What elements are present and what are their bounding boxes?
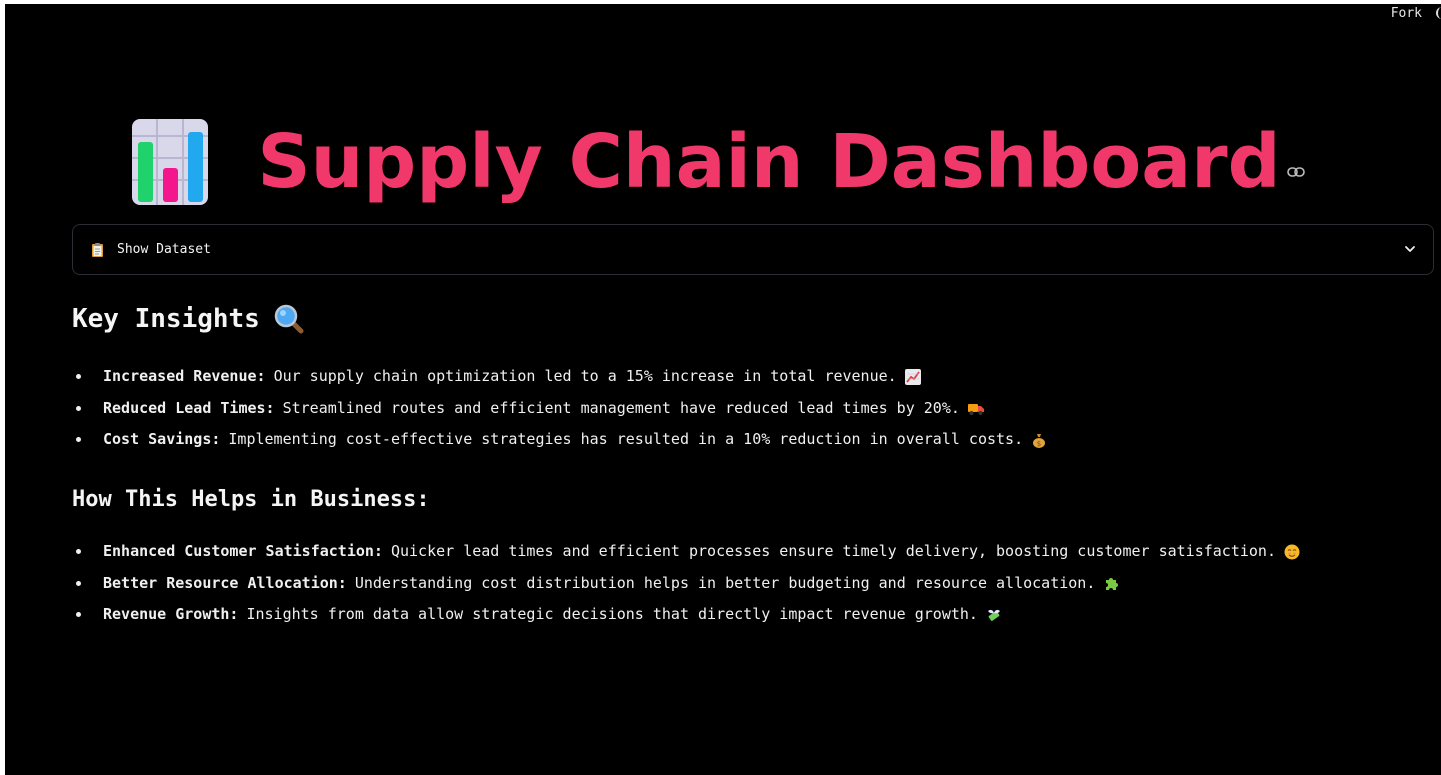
bullet: [76, 612, 81, 618]
link-icon[interactable]: [1286, 166, 1305, 178]
page-title: Supply Chain Dashboard: [257, 119, 1281, 205]
bullet: [76, 405, 81, 411]
list-item: Increased Revenue: Our supply chain opti…: [72, 361, 1047, 393]
insight-title: Increased Revenue:: [103, 367, 266, 385]
bullet: [76, 580, 81, 586]
business-text: Insights from data allow strategic decis…: [246, 605, 978, 623]
key-insights-list: Increased Revenue: Our supply chain opti…: [72, 361, 1047, 456]
business-title: Enhanced Customer Satisfaction:: [103, 542, 383, 560]
insight-title: Cost Savings:: [103, 430, 221, 448]
more-menu-icon[interactable]: [1436, 7, 1441, 19]
list-item: Enhanced Customer Satisfaction: Quicker …: [72, 536, 1300, 568]
list-item: Cost Savings: Implementing cost-effectiv…: [72, 424, 1047, 456]
list-item: Reduced Lead Times: Streamlined routes a…: [72, 393, 1047, 425]
puzzle-piece-icon: [1106, 578, 1119, 591]
key-insights-heading-text: Key Insights: [72, 304, 260, 334]
business-heading: How This Helps in Business:: [72, 487, 430, 512]
money-with-wings-icon: [987, 609, 1000, 621]
business-text: Quicker lead times and efficient process…: [390, 542, 1276, 560]
business-title: Revenue Growth:: [103, 605, 239, 623]
bullet: [76, 374, 81, 380]
list-item: Revenue Growth: Insights from data allow…: [72, 599, 1300, 631]
business-title: Better Resource Allocation:: [103, 573, 347, 592]
insight-text: Streamlined routes and efficient managem…: [282, 398, 960, 417]
top-toolbar: Fork: [1391, 4, 1441, 22]
app-main: Fork Supply Chain Dashboard Show Dataset…: [5, 4, 1441, 775]
chevron-down-icon[interactable]: [1403, 242, 1417, 256]
money-bag-icon: $: [1033, 433, 1046, 448]
key-insights-heading: Key Insights: [72, 304, 304, 334]
magnifying-glass-icon: [274, 304, 304, 334]
delivery-truck-icon: [967, 404, 984, 416]
clipboard-icon: [92, 242, 103, 257]
page-title-row: Supply Chain Dashboard: [5, 110, 1441, 214]
insight-text: Our supply chain optimization led to a 1…: [273, 367, 897, 385]
fork-button[interactable]: Fork: [1391, 6, 1422, 21]
smiling-face-icon: [1284, 544, 1300, 560]
bullet: [76, 549, 81, 555]
expander-label: Show Dataset: [117, 242, 211, 257]
business-list: Enhanced Customer Satisfaction: Quicker …: [72, 536, 1300, 631]
list-item: Better Resource Allocation: Understandin…: [72, 568, 1300, 600]
bullet: [76, 437, 81, 443]
svg-text:$: $: [1037, 440, 1041, 448]
show-dataset-expander[interactable]: Show Dataset: [72, 224, 1434, 275]
business-text: Understanding cost distribution helps in…: [354, 573, 1096, 592]
chart-increasing-icon: [904, 368, 921, 385]
insight-title: Reduced Lead Times:: [103, 398, 275, 417]
insight-text: Implementing cost-effective strategies h…: [228, 430, 1024, 448]
bar-chart-icon: [132, 119, 209, 205]
